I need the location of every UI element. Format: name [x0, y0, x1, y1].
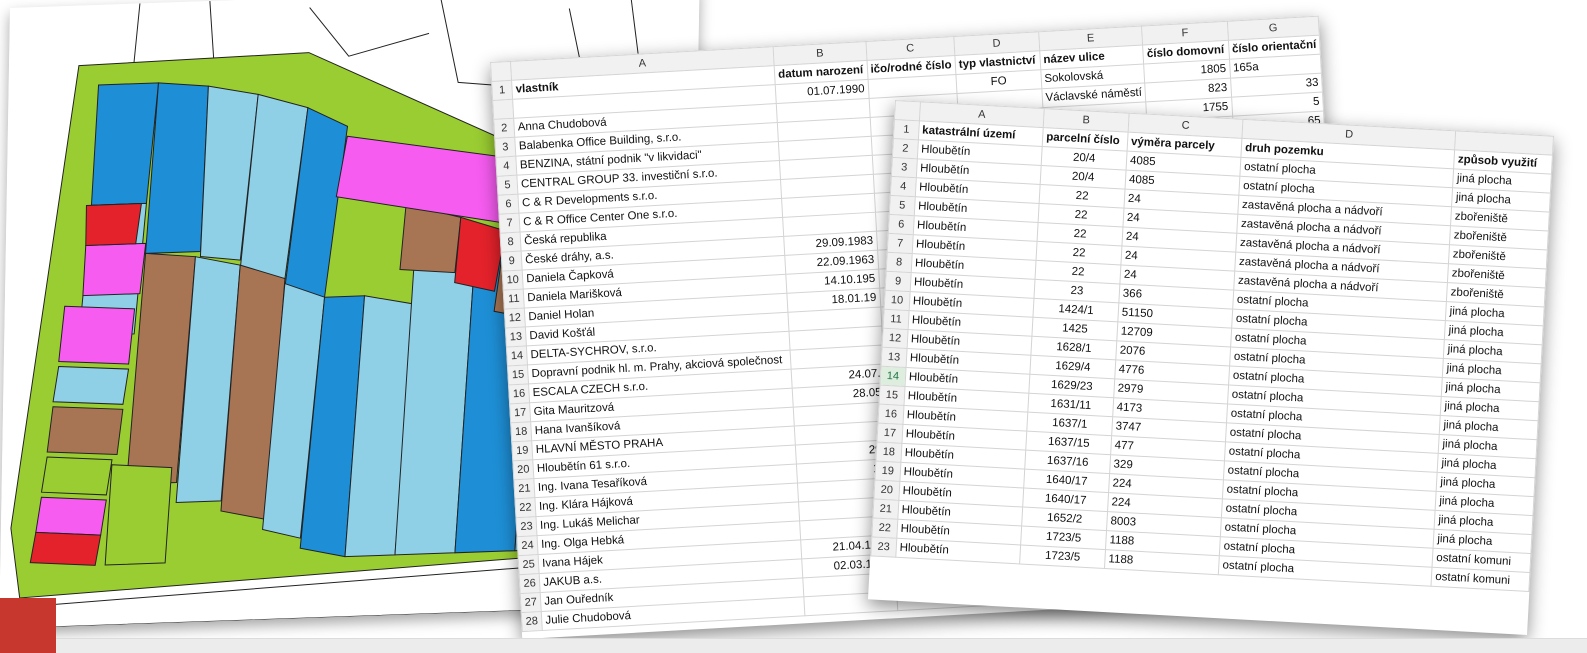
row-number[interactable]: 2: [493, 118, 515, 139]
row-number[interactable]: 22: [871, 517, 898, 539]
row-number[interactable]: 14: [506, 345, 528, 366]
row-number[interactable]: 5: [889, 195, 916, 216]
row-number[interactable]: 4: [495, 156, 517, 177]
row-number[interactable]: [492, 99, 514, 120]
row-number[interactable]: 15: [879, 385, 905, 406]
row-number[interactable]: 18: [510, 421, 532, 442]
row-number[interactable]: 8: [886, 252, 913, 273]
parcels-table: A B C D 1 katastrální území parcelní čís…: [870, 100, 1554, 592]
row-number[interactable]: 10: [884, 290, 910, 311]
row-number[interactable]: 5: [496, 175, 519, 196]
row-number[interactable]: 11: [883, 309, 909, 330]
row-number[interactable]: 6: [497, 194, 520, 215]
row-number[interactable]: 26: [519, 573, 541, 594]
row-number[interactable]: 22: [514, 497, 537, 518]
row-number[interactable]: 21: [872, 498, 899, 520]
row-number[interactable]: 24: [517, 535, 539, 556]
row-number[interactable]: 14: [880, 366, 906, 387]
select-all-corner[interactable]: [490, 61, 512, 82]
parcels-table-body: 2 Hloubětín 20/4 4085 ostatní plocha jiná plo…: [870, 138, 1552, 592]
accent-block: [0, 598, 56, 653]
row-number[interactable]: 27: [520, 592, 542, 613]
row-number[interactable]: 9: [885, 271, 912, 292]
row-number[interactable]: 19: [874, 460, 901, 482]
row-number[interactable]: 20: [873, 479, 900, 501]
row-number[interactable]: 3: [494, 137, 516, 158]
row-number[interactable]: 16: [508, 383, 530, 404]
row-number[interactable]: 20: [512, 459, 534, 480]
row-number[interactable]: 13: [505, 326, 527, 348]
row-number[interactable]: 4: [890, 176, 917, 197]
row-number[interactable]: 18: [875, 442, 902, 463]
row-number[interactable]: 15: [507, 364, 529, 385]
row-number[interactable]: 12: [882, 328, 908, 349]
row-number[interactable]: 8: [500, 232, 522, 253]
row-number[interactable]: 11: [503, 288, 525, 310]
row-number[interactable]: 21: [513, 478, 536, 499]
row-number[interactable]: 12: [504, 307, 526, 329]
row-number[interactable]: 1: [893, 119, 920, 140]
row-number[interactable]: 1: [491, 80, 513, 101]
row-number[interactable]: 23: [515, 516, 538, 537]
row-number[interactable]: 2: [892, 138, 919, 159]
row-number[interactable]: 3: [891, 157, 918, 178]
row-number[interactable]: 25: [518, 554, 540, 575]
row-number[interactable]: 17: [509, 402, 531, 423]
parcel-number-cell[interactable]: 1723/5: [1019, 544, 1106, 569]
row-number[interactable]: 9: [501, 251, 523, 272]
row-number[interactable]: 28: [521, 611, 543, 632]
land-use-cell[interactable]: ostatní komuni: [1431, 567, 1530, 592]
row-number[interactable]: 16: [878, 404, 904, 425]
row-number[interactable]: 19: [511, 440, 533, 461]
row-number[interactable]: 7: [887, 233, 914, 254]
select-all-corner[interactable]: [894, 100, 921, 121]
row-number[interactable]: 13: [881, 347, 907, 368]
row-number[interactable]: 17: [876, 423, 903, 444]
parcels-spreadsheet: A B C D 1 katastrální území parcelní čís…: [867, 100, 1555, 635]
row-number[interactable]: 7: [499, 213, 521, 234]
row-number[interactable]: 10: [502, 270, 524, 291]
row-number[interactable]: 6: [888, 214, 915, 235]
row-number[interactable]: 23: [870, 536, 897, 558]
bottom-bar: [0, 638, 1587, 653]
